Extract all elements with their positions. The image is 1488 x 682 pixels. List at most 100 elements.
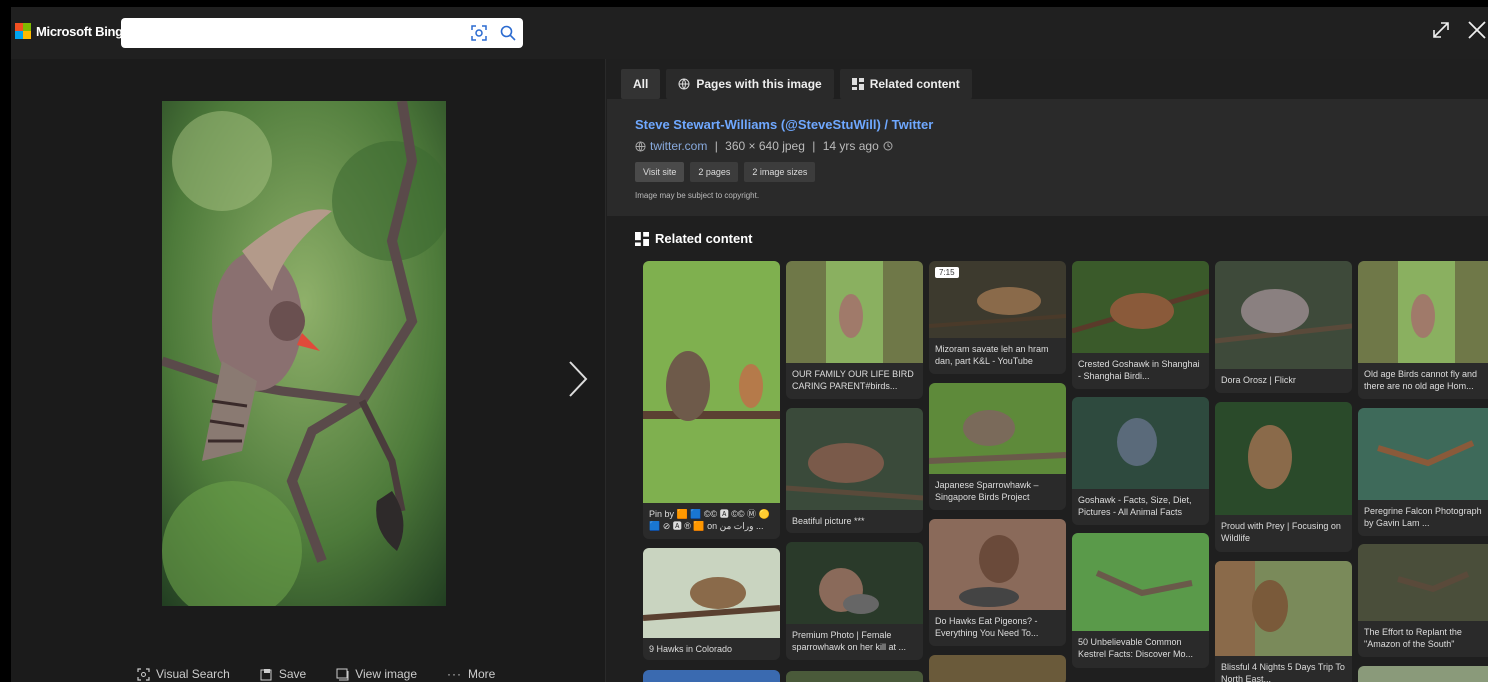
tab-pages-label: Pages with this image xyxy=(696,77,822,91)
view-image-button[interactable]: View image xyxy=(336,667,417,681)
related-thumbnail xyxy=(786,671,923,682)
related-card[interactable]: Pin by 🟧 🟦 ©© 🅰 ©© Ⓜ 🟡 🟦 ⊘ 🅰 ® 🟧 on ورات… xyxy=(643,261,780,539)
related-card[interactable]: Dora Orosz | Flickr xyxy=(1215,261,1352,393)
related-card[interactable]: Proud with Prey | Focusing on Wildlife xyxy=(1215,402,1352,552)
related-card[interactable] xyxy=(643,670,780,682)
globe-icon xyxy=(678,78,690,90)
details-pane: All Pages with this image Related conten… xyxy=(607,59,1488,682)
related-caption: Peregrine Falcon Photograph by Gavin Lam… xyxy=(1364,506,1482,528)
related-card[interactable]: 9 Hawks in Colorado xyxy=(643,548,780,660)
related-thumbnail xyxy=(1215,261,1352,369)
image-sizes-button[interactable]: 2 image sizes xyxy=(744,162,816,182)
related-card[interactable] xyxy=(1358,666,1488,682)
related-caption: Proud with Prey | Focusing on Wildlife xyxy=(1221,521,1341,543)
window-controls xyxy=(1430,19,1488,41)
related-thumbnail xyxy=(1072,533,1209,631)
related-card[interactable] xyxy=(786,671,923,682)
related-thumbnail xyxy=(1072,397,1209,489)
clock-icon xyxy=(883,141,893,151)
related-thumbnail xyxy=(1072,261,1209,353)
save-button[interactable]: Save xyxy=(260,667,306,681)
related-thumbnail xyxy=(1358,544,1488,621)
related-card[interactable] xyxy=(929,655,1066,682)
more-button[interactable]: ··· More xyxy=(447,667,495,681)
related-thumbnail xyxy=(1358,261,1488,363)
related-card[interactable]: 50 Unbelievable Common Kestrel Facts: Di… xyxy=(1072,533,1209,668)
source-title-link[interactable]: Steve Stewart-Williams (@SteveStuWill) /… xyxy=(635,117,933,132)
related-card[interactable]: The Effort to Replant the "Amazon of the… xyxy=(1358,544,1488,657)
image-actions-bar: Visual Search Save View image ··· More xyxy=(137,667,495,681)
related-caption: Goshawk - Facts, Size, Diet, Pictures - … xyxy=(1078,495,1192,517)
related-thumbnail xyxy=(929,383,1066,474)
related-caption: OUR FAMILY OUR LIFE BIRD CARING PARENT#b… xyxy=(792,369,914,391)
related-thumbnail xyxy=(786,261,923,363)
copyright-notice: Image may be subject to copyright. xyxy=(635,191,760,200)
source-meta: twitter.com | 360 × 640 jpeg | 14 yrs ag… xyxy=(635,139,893,153)
tab-related-content[interactable]: Related content xyxy=(839,69,972,99)
save-icon xyxy=(260,668,272,680)
related-caption: Beatiful picture *** xyxy=(792,516,865,526)
main-image[interactable] xyxy=(162,101,446,606)
related-caption: Premium Photo | Female sparrowhawk on he… xyxy=(792,630,907,652)
meta-separator: | xyxy=(808,139,819,153)
tab-pages-with-this-image[interactable]: Pages with this image xyxy=(666,69,834,99)
pages-button[interactable]: 2 pages xyxy=(690,162,739,182)
bing-logo[interactable]: Microsoft Bing xyxy=(15,23,123,39)
globe-icon xyxy=(635,140,646,152)
save-label: Save xyxy=(278,667,307,681)
view-image-icon xyxy=(336,668,349,680)
more-label: More xyxy=(468,667,496,681)
related-caption: Blissful 4 Nights 5 Days Trip To North E… xyxy=(1221,662,1345,682)
visual-search-icon[interactable] xyxy=(470,24,488,42)
related-thumbnail xyxy=(786,542,923,624)
related-card[interactable]: Japanese Sparrowhawk – Singapore Birds P… xyxy=(929,383,1066,510)
top-bar: Microsoft Bing xyxy=(11,7,1488,59)
related-thumbnail xyxy=(643,548,780,638)
more-dots-icon: ··· xyxy=(447,667,462,681)
related-thumbnail xyxy=(643,670,780,682)
related-card[interactable]: Goshawk - Facts, Size, Diet, Pictures - … xyxy=(1072,397,1209,525)
related-card[interactable]: 7:15 Mizoram savate leh an hram dan, par… xyxy=(929,261,1066,374)
related-card[interactable]: OUR FAMILY OUR LIFE BIRD CARING PARENT#b… xyxy=(786,261,923,399)
related-thumbnail xyxy=(929,655,1066,682)
visual-search-button[interactable]: Visual Search xyxy=(137,667,230,681)
related-card[interactable]: Do Hawks Eat Pigeons? - Everything You N… xyxy=(929,519,1066,646)
next-image-chevron-icon[interactable] xyxy=(567,359,589,399)
related-caption: The Effort to Replant the "Amazon of the… xyxy=(1364,627,1462,649)
related-caption: Dora Orosz | Flickr xyxy=(1221,375,1296,385)
related-caption: 50 Unbelievable Common Kestrel Facts: Di… xyxy=(1078,637,1194,659)
search-icon[interactable] xyxy=(499,24,517,42)
details-tabs: All Pages with this image Related conten… xyxy=(621,69,972,99)
visit-site-button[interactable]: Visit site xyxy=(635,162,685,182)
related-thumbnail xyxy=(643,261,780,503)
visual-search-label: Visual Search xyxy=(156,667,230,681)
grid-icon xyxy=(851,78,864,90)
image-preview-pane: Visual Search Save View image ··· More xyxy=(11,59,606,682)
image-dimensions: 360 × 640 jpeg xyxy=(725,139,805,153)
related-card[interactable]: Crested Goshawk in Shanghai - Shanghai B… xyxy=(1072,261,1209,389)
search-box xyxy=(121,18,523,48)
expand-icon[interactable] xyxy=(1430,19,1452,41)
related-card[interactable]: Old age Birds cannot fly and there are n… xyxy=(1358,261,1488,399)
source-domain[interactable]: twitter.com xyxy=(650,139,707,153)
image-age: 14 yrs ago xyxy=(822,139,879,153)
related-caption: 9 Hawks in Colorado xyxy=(649,644,733,654)
search-input[interactable] xyxy=(129,22,459,44)
related-card[interactable]: Peregrine Falcon Photograph by Gavin Lam… xyxy=(1358,408,1488,536)
microsoft-logo-icon xyxy=(15,23,31,39)
tab-all-label: All xyxy=(633,77,649,91)
visual-search-icon xyxy=(137,667,150,681)
tab-related-label: Related content xyxy=(869,77,960,91)
tab-all[interactable]: All xyxy=(621,69,661,99)
close-icon[interactable] xyxy=(1466,19,1488,41)
related-caption: Crested Goshawk in Shanghai - Shanghai B… xyxy=(1078,359,1200,381)
meta-separator: | xyxy=(711,139,722,153)
related-card[interactable]: Blissful 4 Nights 5 Days Trip To North E… xyxy=(1215,561,1352,682)
related-thumbnail xyxy=(1358,408,1488,500)
related-card[interactable]: Premium Photo | Female sparrowhawk on he… xyxy=(786,542,923,660)
related-thumbnail xyxy=(1215,402,1352,515)
source-actions: Visit site 2 pages 2 image sizes xyxy=(635,162,816,182)
related-thumbnail xyxy=(929,519,1066,610)
related-caption: Pin by 🟧 🟦 ©© 🅰 ©© Ⓜ 🟡 🟦 ⊘ 🅰 ® 🟧 on ورات… xyxy=(649,509,770,531)
related-card[interactable]: Beatiful picture *** xyxy=(786,408,923,533)
